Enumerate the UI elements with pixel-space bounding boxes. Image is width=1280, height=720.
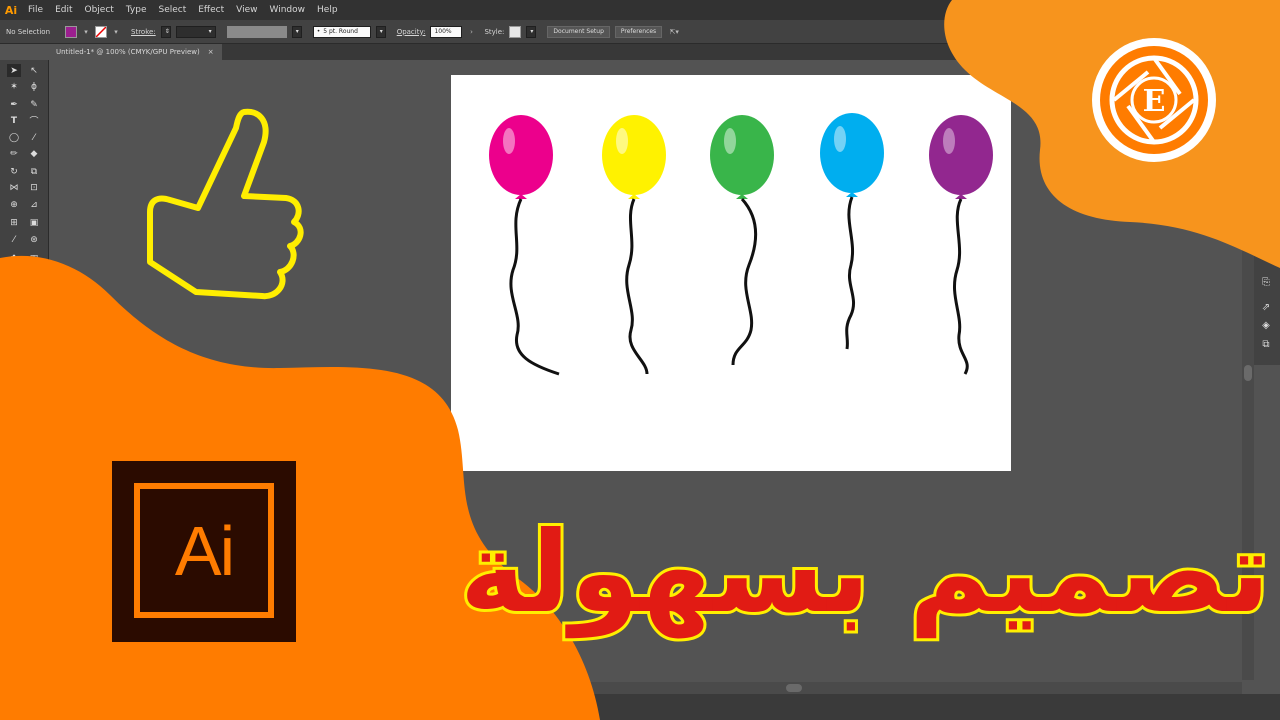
rotate-tool-icon[interactable]: ↻: [7, 165, 21, 178]
close-icon[interactable]: ×: [208, 48, 214, 56]
status-bar: [0, 694, 1280, 720]
style-swatch[interactable]: [509, 25, 522, 38]
symbol-sprayer-icon[interactable]: ✿: [7, 252, 21, 265]
magic-wand-icon[interactable]: ✶: [7, 80, 21, 93]
layers-panel-icon[interactable]: ◈: [1259, 318, 1273, 332]
opacity-label: Opacity:: [396, 27, 426, 36]
menu-effect[interactable]: Effect: [192, 5, 230, 15]
vertical-scroll-thumb[interactable]: [1244, 365, 1252, 381]
properties-panel-icon[interactable]: ⎘: [1259, 275, 1273, 289]
fill-swatch[interactable]: [65, 25, 78, 38]
control-bar: No Selection ▾ ▾ Stroke: ⇕ ▾ ▾ • 5 pt. Ro…: [0, 20, 1280, 44]
document-tab[interactable]: Untitled-1* @ 100% (CMYK/GPU Preview) ×: [48, 44, 222, 60]
menu-view[interactable]: View: [230, 5, 263, 15]
menu-help[interactable]: Help: [311, 5, 344, 15]
brush-dropdown[interactable]: ▾: [375, 25, 386, 38]
pen-tool-icon[interactable]: ✒: [7, 98, 21, 111]
balloon-green[interactable]: [710, 115, 774, 366]
style-dropdown[interactable]: ▾: [526, 25, 537, 38]
width-tool-icon[interactable]: ⋈: [7, 181, 21, 194]
balloon-magenta[interactable]: [489, 115, 560, 376]
menu-type[interactable]: Type: [120, 5, 153, 15]
paintbrush-icon[interactable]: ⁄: [27, 131, 41, 144]
line-tool-icon[interactable]: ⌒: [27, 114, 41, 127]
variable-width-profile[interactable]: [226, 25, 287, 38]
brush-label: 5 pt. Round: [323, 28, 358, 35]
fill-dropdown-icon[interactable]: ▾: [82, 26, 90, 38]
export-panel-icon[interactable]: ⇗: [1259, 300, 1273, 314]
horizontal-scrollbar[interactable]: [48, 682, 1242, 694]
pencil-icon[interactable]: ✏: [7, 147, 21, 160]
balloon-cyan[interactable]: [820, 113, 884, 350]
curvature-tool-icon[interactable]: ✎: [27, 98, 41, 111]
menu-window[interactable]: Window: [264, 5, 312, 15]
menu-edit[interactable]: Edit: [49, 5, 78, 15]
free-transform-icon[interactable]: ⊡: [27, 181, 41, 194]
selection-tool-icon[interactable]: ➤: [7, 64, 21, 77]
app-logo[interactable]: Ai: [0, 0, 22, 20]
blend-tool-icon[interactable]: ⊛: [27, 233, 41, 246]
direct-selection-icon[interactable]: ↖: [27, 64, 41, 77]
column-graph-icon[interactable]: ▥: [27, 252, 41, 265]
balloon-artwork: [489, 113, 993, 376]
illustrator-logo-frame: Ai: [134, 483, 274, 618]
menu-object[interactable]: Object: [79, 5, 120, 15]
mesh-tool-icon[interactable]: ⊞: [7, 216, 21, 229]
stroke-weight-input[interactable]: ▾: [175, 25, 216, 38]
stroke-weight-stepper[interactable]: ⇕: [160, 25, 171, 38]
stroke-label: Stroke:: [131, 27, 156, 36]
stroke-swatch[interactable]: [95, 25, 108, 38]
brand-logo-icon: E: [1092, 38, 1216, 162]
profile-dropdown[interactable]: ▾: [291, 25, 302, 38]
balloon-yellow[interactable]: [602, 115, 666, 375]
eyedropper-icon[interactable]: ⁄: [7, 233, 21, 246]
selection-status: No Selection: [6, 27, 51, 36]
illustrator-logo-text: Ai: [174, 511, 235, 590]
thumbs-up-icon: [147, 108, 304, 300]
illustrator-logo: Ai: [112, 461, 296, 642]
panel-dock: ⎘ ⇗ ◈ ⧉: [1254, 255, 1280, 365]
brush-dot-icon: •: [316, 28, 321, 35]
scale-tool-icon[interactable]: ⧉: [27, 165, 41, 178]
horizontal-scroll-thumb[interactable]: [786, 684, 802, 692]
artboards-panel-icon[interactable]: ⧉: [1259, 337, 1273, 351]
balloon-purple[interactable]: [929, 115, 993, 375]
no-stroke-icon: [96, 26, 107, 37]
opacity-input[interactable]: 100%: [430, 25, 463, 38]
style-label: Style:: [484, 27, 505, 36]
brand-logo-letter: E: [1143, 84, 1166, 119]
brush-definition-field[interactable]: • 5 pt. Round: [312, 25, 371, 38]
document-setup-button[interactable]: Document Setup: [547, 25, 610, 38]
artboard[interactable]: [451, 75, 1011, 471]
preferences-button[interactable]: Preferences: [614, 25, 663, 38]
menu-select[interactable]: Select: [152, 5, 192, 15]
perspective-grid-icon[interactable]: ⊿: [27, 198, 41, 211]
menu-file[interactable]: File: [22, 5, 49, 15]
shape-builder-icon[interactable]: ⊕: [7, 198, 21, 211]
thumbnail-title: تصميم بسهولة: [457, 505, 1273, 641]
gradient-tool-icon[interactable]: ▣: [27, 216, 41, 229]
opacity-arrow-icon[interactable]: ›: [467, 26, 475, 38]
document-title: Untitled-1* @ 100% (CMYK/GPU Preview): [56, 48, 200, 56]
stroke-dropdown-icon[interactable]: ▾: [112, 26, 120, 38]
arrange-icon[interactable]: ⇱▾: [667, 26, 681, 38]
eraser-icon[interactable]: ◆: [27, 147, 41, 160]
ellipse-tool-icon[interactable]: ◯: [7, 131, 21, 144]
lasso-icon[interactable]: ϕ: [27, 80, 41, 93]
menu-bar: Ai File Edit Object Type Select Effect V…: [0, 0, 1280, 20]
type-tool-icon[interactable]: T: [7, 114, 21, 127]
tools-panel: ➤ ↖ ✶ ϕ ✒ ✎ T ⌒ ◯ ⁄ ✏ ◆ ↻ ⧉ ⋈ ⊡ ⊕ ⊿ ⊞ ▣ …: [0, 60, 49, 280]
